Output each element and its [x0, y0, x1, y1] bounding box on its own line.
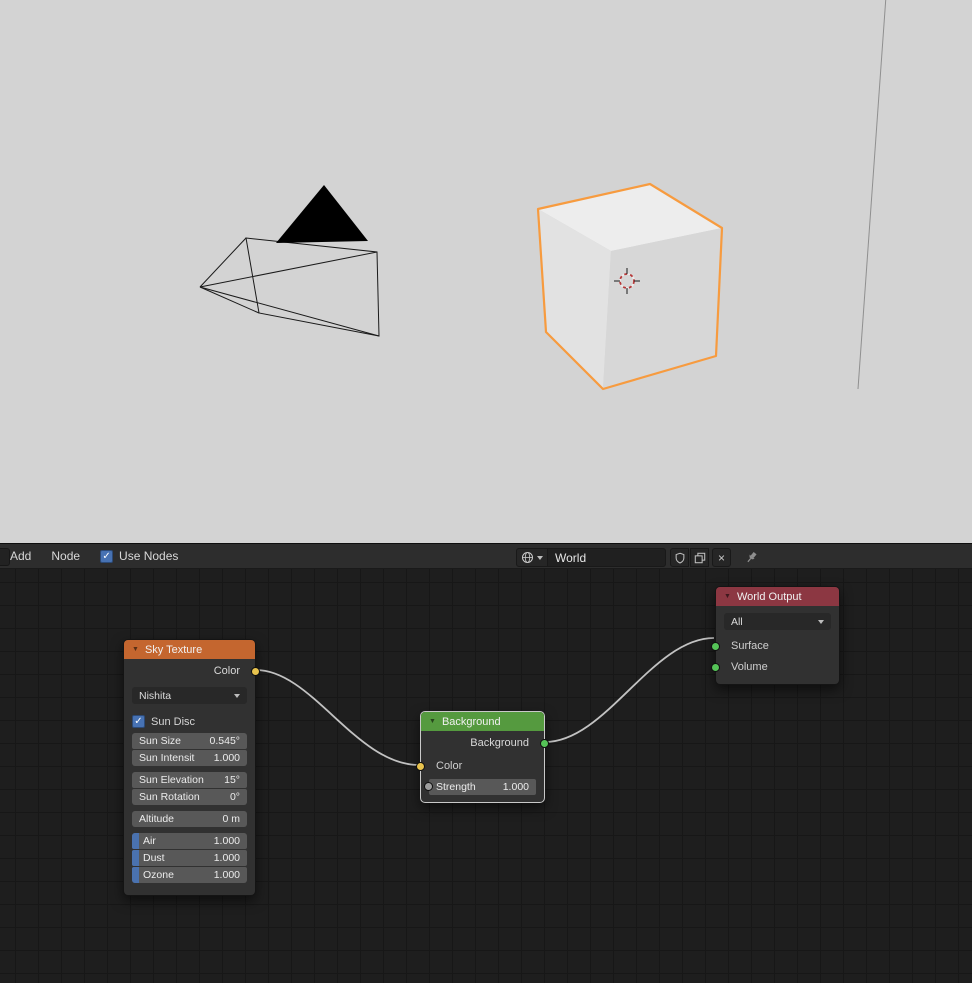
output-row-color: Color [124, 659, 260, 684]
socket-strength-input[interactable] [424, 782, 433, 791]
field-label: Sun Elevation [139, 774, 204, 786]
field-value: 0.545° [209, 735, 240, 747]
sun-disc-row: ✓ Sun Disc [124, 710, 255, 733]
sky-type-value: Nishita [139, 689, 172, 702]
pin-button[interactable] [744, 548, 759, 567]
sun-disc-label: Sun Disc [151, 715, 196, 728]
node-title: Sky Texture [144, 643, 203, 656]
new-copy-button[interactable] [690, 548, 709, 567]
altitude-field[interactable]: Altitude 0 m [132, 811, 247, 827]
ozone-slider[interactable]: Ozone 1.000 [132, 867, 247, 883]
input-row-color: Color [416, 756, 544, 777]
sun-angle-group: Sun Elevation 15° Sun Rotation 0° [132, 772, 247, 805]
socket-background-output[interactable] [540, 738, 549, 748]
world-browse-button[interactable] [516, 548, 548, 567]
world-datablock-selector: World × [516, 548, 759, 567]
camera-object[interactable] [199, 237, 380, 337]
field-value: 1.000 [213, 835, 240, 847]
socket-surface-input[interactable] [711, 641, 720, 651]
sun-elevation-field[interactable]: Sun Elevation 15° [132, 772, 247, 788]
sky-type-dropdown[interactable]: Nishita [132, 687, 247, 704]
viewport-canvas [199, 0, 887, 391]
field-label: Sun Intensit [139, 752, 195, 764]
node-world-output[interactable]: ▼ World Output All Surface Volume [711, 586, 840, 685]
socket-color-input[interactable] [416, 761, 425, 771]
altitude-group: Altitude 0 m [132, 811, 247, 827]
fake-user-button[interactable] [670, 548, 689, 567]
field-value: 1.000 [213, 852, 240, 864]
3d-viewport[interactable] [0, 0, 972, 543]
field-label: Strength [436, 781, 476, 793]
field-label: Ozone [143, 869, 174, 881]
sun-size-field[interactable]: Sun Size 0.545° [132, 733, 247, 749]
output-row-background: Background [421, 731, 549, 756]
atmosphere-group: Air 1.000 Dust 1.000 Ozone 1.000 [132, 833, 247, 883]
sun-intensity-field[interactable]: Sun Intensit 1.000 [132, 750, 247, 766]
menu-node[interactable]: Node [41, 544, 90, 568]
use-nodes-label: Use Nodes [119, 549, 179, 563]
collapse-arrow-icon[interactable]: ▼ [132, 646, 139, 653]
use-nodes-checkbox[interactable]: ✓ [100, 549, 114, 563]
socket-color-output[interactable] [251, 666, 260, 676]
node-header-world-output[interactable]: ▼ World Output [716, 587, 839, 606]
chevron-down-icon [818, 619, 824, 624]
sun-size-group: Sun Size 0.545° Sun Intensit 1.000 [132, 733, 247, 766]
field-label: Altitude [139, 813, 175, 825]
chevron-down-icon [537, 555, 543, 560]
shield-icon [675, 552, 684, 564]
chevron-down-icon [234, 693, 240, 698]
unlink-button[interactable]: × [712, 548, 731, 567]
target-value: All [731, 615, 743, 628]
collapse-arrow-icon[interactable]: ▼ [724, 593, 731, 600]
link-sky-to-background [255, 669, 420, 766]
node-title: World Output [736, 590, 802, 603]
output-target-dropdown[interactable]: All [724, 613, 831, 630]
collapse-arrow-icon[interactable]: ▼ [429, 718, 436, 725]
output-label: Color [213, 665, 240, 677]
node-sky-texture[interactable]: ▼ Sky Texture Color Nishita ✓ Sun Disc S… [123, 639, 260, 896]
node-title: Background [441, 715, 501, 728]
field-label: Dust [143, 852, 165, 864]
field-value: 0 m [222, 813, 240, 825]
input-label: Surface [731, 640, 769, 652]
input-row-volume: Volume [711, 657, 839, 678]
sun-disc-checkbox[interactable]: ✓ [132, 715, 145, 728]
node-background[interactable]: ▼ Background Background Color Strength 1… [416, 711, 549, 803]
node-header-sky-texture[interactable]: ▼ Sky Texture [124, 640, 255, 659]
field-label: Sun Rotation [139, 791, 200, 803]
target-row: All [716, 606, 839, 636]
sky-type-row: Nishita [124, 687, 255, 710]
world-name-field[interactable]: World [548, 548, 666, 567]
sun-lamp-line[interactable] [857, 0, 887, 390]
field-label: Sun Size [139, 735, 182, 747]
camera-up-triangle [276, 185, 368, 243]
shader-editor-header: Add Node ✓ Use Nodes World × [0, 543, 972, 569]
strength-field[interactable]: Strength 1.000 [429, 779, 536, 795]
globe-icon [521, 551, 534, 564]
field-label: Air [143, 835, 156, 847]
blender-window: Add Node ✓ Use Nodes World × ▼ Sky Textu… [0, 0, 972, 983]
pin-icon [747, 551, 757, 563]
field-value: 1.000 [502, 781, 529, 793]
dust-slider[interactable]: Dust 1.000 [132, 850, 247, 866]
field-value: 1.000 [213, 869, 240, 881]
sun-rotation-field[interactable]: Sun Rotation 0° [132, 789, 247, 805]
editor-type-icon[interactable] [0, 548, 10, 566]
socket-volume-input[interactable] [711, 662, 720, 672]
input-label: Color [436, 760, 463, 772]
shader-node-editor[interactable]: ▼ Sky Texture Color Nishita ✓ Sun Disc S… [0, 569, 972, 983]
duplicate-icon [694, 552, 705, 563]
input-label: Volume [731, 661, 768, 673]
air-slider[interactable]: Air 1.000 [132, 833, 247, 849]
field-value: 0° [229, 791, 240, 803]
field-value: 1.000 [213, 752, 240, 764]
input-row-strength: Strength 1.000 [424, 779, 536, 795]
output-label: Background [470, 737, 529, 749]
link-background-to-output [544, 637, 715, 743]
field-value: 15° [224, 774, 240, 786]
node-header-background[interactable]: ▼ Background [421, 712, 544, 731]
input-row-surface: Surface [711, 636, 839, 657]
